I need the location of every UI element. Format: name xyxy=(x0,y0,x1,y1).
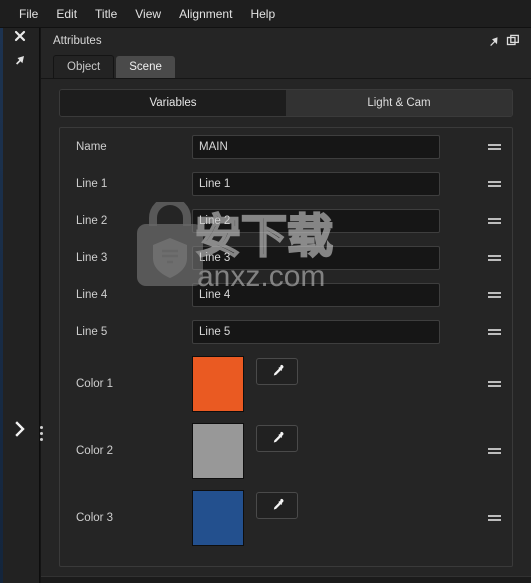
table-row: Color 2 xyxy=(60,417,512,484)
row-field xyxy=(192,134,476,159)
row-field xyxy=(192,208,476,233)
table-row: Color 1 xyxy=(60,350,512,417)
segment-variables[interactable]: Variables xyxy=(60,90,286,116)
panel-content: Variables Light & Cam Name Line 1 xyxy=(41,79,531,583)
color-swatch-1[interactable] xyxy=(192,355,244,412)
chevron-right-icon[interactable] xyxy=(0,420,39,438)
table-row: Name xyxy=(60,128,512,165)
menu-item-title[interactable]: Title xyxy=(86,4,126,24)
color-swatch-3[interactable] xyxy=(192,489,244,546)
panel-title: Attributes xyxy=(53,35,102,47)
table-row: Line 5 xyxy=(60,313,512,350)
eyedropper-icon[interactable] xyxy=(256,491,298,519)
drag-handle-icon[interactable] xyxy=(476,513,512,523)
drag-handle-icon[interactable] xyxy=(476,179,512,189)
input-name[interactable] xyxy=(192,134,440,159)
pin-icon[interactable] xyxy=(483,31,503,51)
close-icon[interactable] xyxy=(0,30,39,42)
row-label-color-3: Color 3 xyxy=(76,511,114,524)
table-row: Line 4 xyxy=(60,276,512,313)
row-label-color-2: Color 2 xyxy=(76,444,114,457)
drag-handle-icon[interactable] xyxy=(476,216,512,226)
row-label-line-4: Line 4 xyxy=(76,288,108,301)
cursor-arrow-icon[interactable] xyxy=(0,54,39,67)
table-row: Line 3 xyxy=(60,239,512,276)
input-line-3[interactable] xyxy=(192,245,440,270)
workspace: Attributes Object Scene Variables Light … xyxy=(0,28,531,583)
menu-item-help[interactable]: Help xyxy=(241,4,284,24)
table-row: Line 1 xyxy=(60,165,512,202)
drag-handle-icon[interactable] xyxy=(476,379,512,389)
input-line-1[interactable] xyxy=(192,171,440,196)
panel-resize-grip[interactable] xyxy=(36,420,46,446)
row-label-line-3: Line 3 xyxy=(76,251,108,264)
menu-item-file[interactable]: File xyxy=(10,4,47,24)
tab-scene[interactable]: Scene xyxy=(116,56,175,78)
float-window-icon[interactable] xyxy=(503,31,523,51)
row-field xyxy=(192,319,476,344)
variables-list: Name Line 1 Line 2 xyxy=(59,127,513,567)
row-label-line-5: Line 5 xyxy=(76,325,108,338)
color-swatch-2[interactable] xyxy=(192,422,244,479)
drag-handle-icon[interactable] xyxy=(476,446,512,456)
row-label-line-1: Line 1 xyxy=(76,177,108,190)
input-line-4[interactable] xyxy=(192,282,440,307)
drag-handle-icon[interactable] xyxy=(476,327,512,337)
segmented-control: Variables Light & Cam xyxy=(59,89,513,117)
menu-bar: File Edit Title View Alignment Help xyxy=(0,0,531,28)
drag-handle-icon[interactable] xyxy=(476,142,512,152)
input-line-5[interactable] xyxy=(192,319,440,344)
row-field xyxy=(192,422,476,479)
row-label-name: Name xyxy=(76,140,107,153)
table-row: Line 2 xyxy=(60,202,512,239)
row-field xyxy=(192,489,476,546)
menu-item-view[interactable]: View xyxy=(126,4,170,24)
eyedropper-icon[interactable] xyxy=(256,424,298,452)
input-line-2[interactable] xyxy=(192,208,440,233)
menu-item-alignment[interactable]: Alignment xyxy=(170,4,241,24)
row-label-line-2: Line 2 xyxy=(76,214,108,227)
table-row: Color 3 xyxy=(60,484,512,551)
panel-header: Attributes xyxy=(41,28,531,54)
tab-object[interactable]: Object xyxy=(53,55,115,78)
eyedropper-icon[interactable] xyxy=(256,357,298,385)
row-label-color-1: Color 1 xyxy=(76,377,114,390)
row-field xyxy=(192,282,476,307)
panel-tab-bar: Object Scene xyxy=(41,54,531,79)
drag-handle-icon[interactable] xyxy=(476,253,512,263)
application-window: File Edit Title View Alignment Help Attr… xyxy=(0,0,531,583)
left-tool-rail xyxy=(0,28,43,583)
segment-light-and-cam[interactable]: Light & Cam xyxy=(286,90,512,116)
drag-handle-icon[interactable] xyxy=(476,290,512,300)
row-field xyxy=(192,245,476,270)
panel-bottom-strip xyxy=(41,576,531,583)
row-field xyxy=(192,355,476,412)
row-field xyxy=(192,171,476,196)
attributes-panel: Attributes Object Scene Variables Light … xyxy=(40,28,531,583)
menu-item-edit[interactable]: Edit xyxy=(47,4,86,24)
